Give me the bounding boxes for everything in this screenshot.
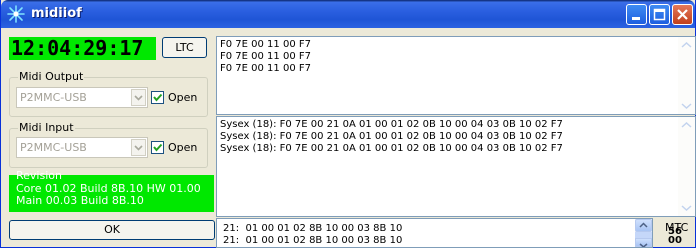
midi-output-label: Midi Output <box>18 70 85 83</box>
log-line: Sysex (18): F0 7E 00 21 0A 01 00 01 02 0… <box>220 119 563 130</box>
maximize-button[interactable] <box>649 4 670 25</box>
midi-output-value: P2MMC-USB <box>20 91 87 104</box>
log-top[interactable]: F0 7E 00 11 00 F7 F0 7E 00 11 00 F7 F0 7E … <box>216 36 696 115</box>
midi-output-open-checkbox[interactable] <box>151 91 164 104</box>
log-sysex-scrollbar[interactable] <box>678 117 695 216</box>
chevron-down-icon[interactable] <box>131 139 146 156</box>
scroll-up-icon[interactable] <box>678 37 695 54</box>
scroll-down-button[interactable] <box>635 238 652 247</box>
log-sysex-lines: Sysex (18): F0 7E 00 21 0A 01 00 01 02 0… <box>220 119 563 155</box>
log-top-lines: F0 7E 00 11 00 F7 F0 7E 00 11 00 F7 F0 7E … <box>220 39 311 75</box>
midi-input-value: P2MMC-USB <box>20 141 87 154</box>
midi-input-open-label: Open <box>168 141 198 154</box>
log-bottom-scrollbar[interactable] <box>635 219 652 247</box>
revision-main-line: Main 00.03 Build 8B.10 <box>16 194 144 207</box>
log-line: Sysex (18): F0 7E 00 21 0A 01 00 01 02 0… <box>220 131 563 142</box>
log-line: Sysex (18): F0 7E 00 21 0A 01 00 01 02 0… <box>220 143 563 154</box>
scroll-up-icon <box>639 222 648 228</box>
log-line: F0 7E 00 11 00 F7 <box>220 63 311 74</box>
scroll-down-icon <box>639 243 648 247</box>
window-title: midiiof <box>31 6 82 21</box>
scroll-up-button[interactable] <box>635 219 652 232</box>
midi-input-select[interactable]: P2MMC-USB <box>16 137 148 158</box>
log-line: 21: 01 00 01 02 8B 10 00 03 8B 10 <box>223 223 403 234</box>
log-bottom-lines: 21: 01 00 01 02 8B 10 00 03 8B 10 21: 01 … <box>223 223 402 247</box>
scroll-down-icon[interactable] <box>678 199 695 216</box>
ok-button[interactable]: OK <box>9 220 215 240</box>
maximize-icon <box>653 8 666 21</box>
checkmark-icon <box>153 93 163 102</box>
title-bar[interactable]: midiiof <box>1 0 695 28</box>
close-icon <box>677 9 688 20</box>
midi-input-group: Midi Input P2MMC-USB Open <box>9 121 208 168</box>
midi-output-group: Midi Output P2MMC-USB Open <box>9 70 208 117</box>
log-bottom[interactable]: 21: 01 00 01 02 8B 10 00 03 8B 10 21: 01 … <box>216 218 653 248</box>
mtc-value-2: 00 <box>668 235 682 246</box>
checkmark-icon <box>153 143 163 152</box>
log-top-scrollbar[interactable] <box>678 37 695 114</box>
log-sysex[interactable]: Sysex (18): F0 7E 00 21 0A 01 00 01 02 0… <box>216 116 696 217</box>
midi-output-select[interactable]: P2MMC-USB <box>16 87 148 108</box>
app-window: midiiof 12:04:29:17 LTC Midi Output P2MM… <box>0 0 696 248</box>
midi-input-label: Midi Input <box>18 121 75 134</box>
scroll-down-icon[interactable] <box>678 97 695 114</box>
midi-input-open-checkbox[interactable] <box>151 141 164 154</box>
scroll-up-icon[interactable] <box>678 117 695 134</box>
midi-output-open-label: Open <box>168 91 198 104</box>
close-button[interactable] <box>672 4 693 25</box>
chevron-down-icon[interactable] <box>131 89 146 106</box>
timecode-display: 12:04:29:17 <box>9 37 156 60</box>
revision-panel: Revision Core 01.02 Build 8B.10 HW 01.00… <box>9 169 214 212</box>
log-line: F0 7E 00 11 00 F7 <box>220 51 311 62</box>
revision-label: Revision <box>16 169 62 182</box>
minimize-icon <box>632 17 640 20</box>
log-line: F0 7E 00 11 00 F7 <box>220 39 311 50</box>
minimize-button[interactable] <box>626 4 647 25</box>
ltc-button[interactable]: LTC <box>162 37 207 58</box>
app-icon <box>7 5 25 23</box>
log-line: 21: 01 00 01 02 8B 10 00 03 8B 10 <box>223 235 403 246</box>
